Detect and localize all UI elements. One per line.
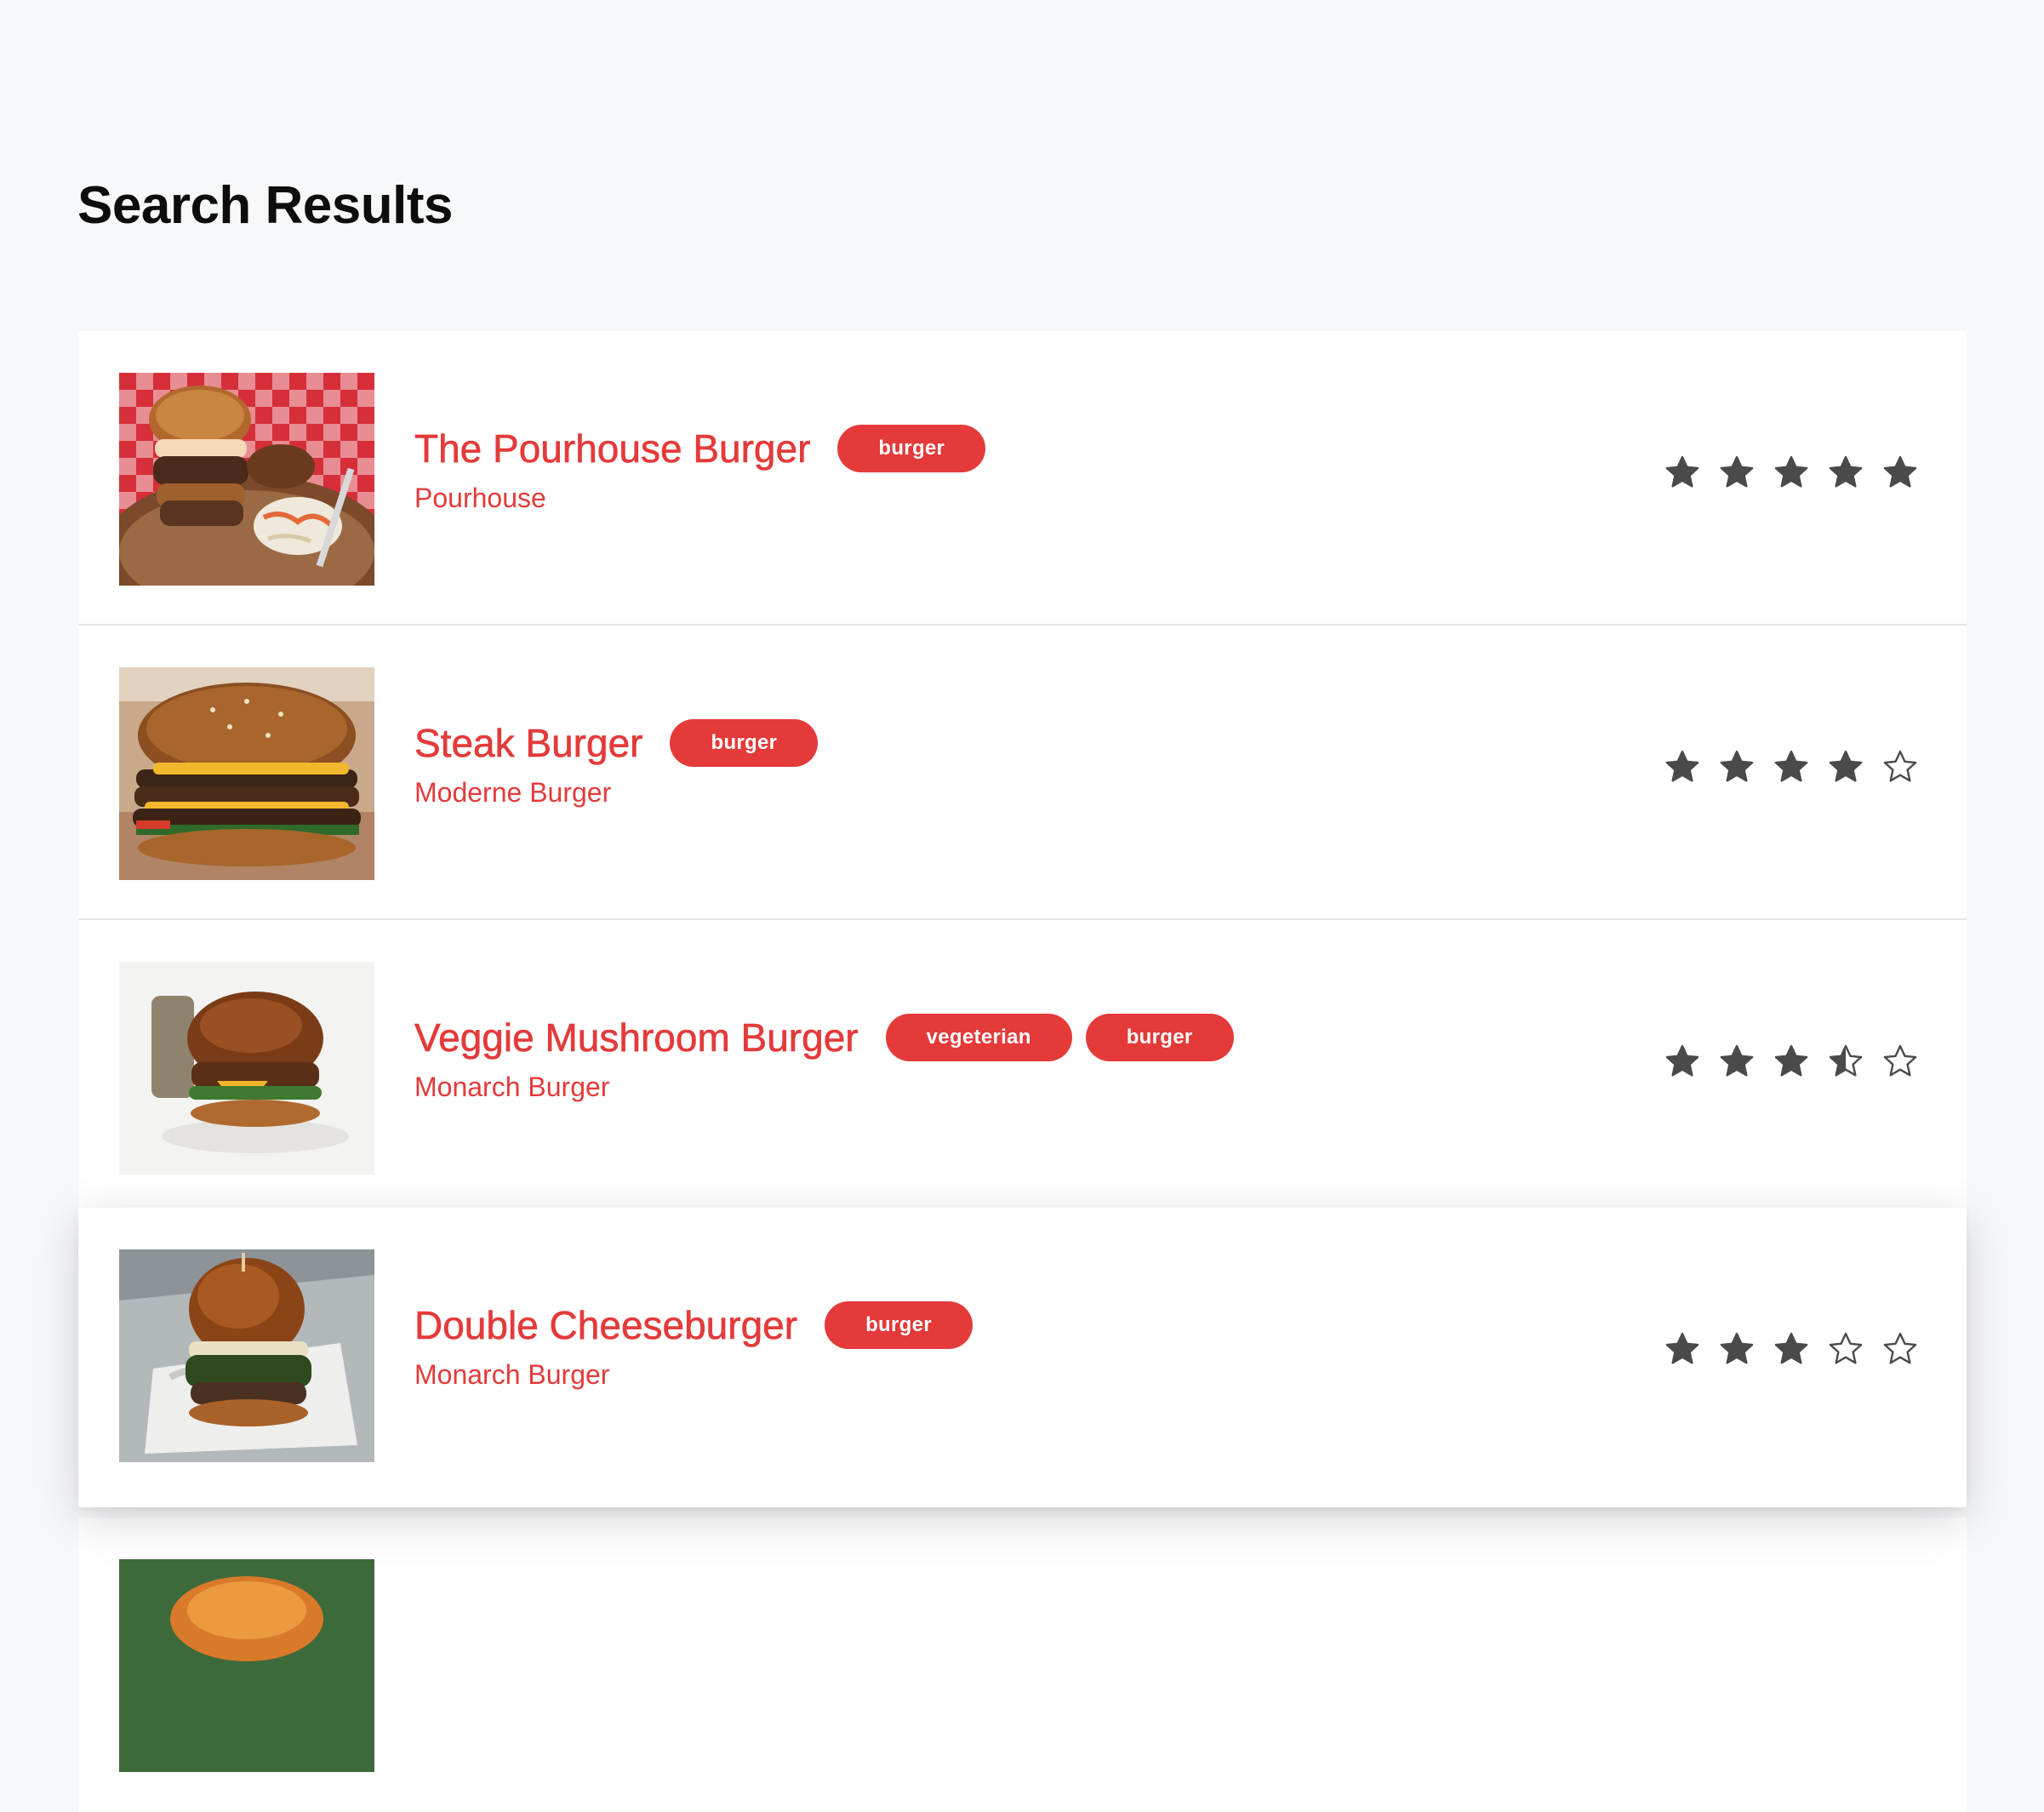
star-empty-icon	[1883, 1332, 1917, 1364]
dish-name[interactable]: Double Cheeseburger	[414, 1302, 798, 1348]
result-thumbnail[interactable]	[119, 962, 374, 1175]
result-card[interactable]: Steak Burger burger Moderne Burger	[78, 626, 1967, 920]
star-filled-icon	[1665, 750, 1699, 782]
result-info: Steak Burger burger Moderne Burger	[414, 717, 819, 809]
star-filled-icon	[1720, 1044, 1754, 1077]
star-filled-icon	[1665, 1044, 1699, 1077]
result-card[interactable]: Double Cheeseburger burger Monarch Burge…	[78, 1208, 1967, 1507]
restaurant-name[interactable]: Monarch Burger	[414, 1359, 973, 1391]
tag-badge[interactable]: burger	[670, 719, 819, 767]
dish-name[interactable]: The Pourhouse Burger	[414, 426, 811, 472]
title-row: The Pourhouse Burger burger	[414, 423, 986, 474]
star-filled-icon	[1720, 1332, 1754, 1364]
star-empty-icon	[1829, 1332, 1863, 1364]
title-row: Veggie Mushroom Burger vegeterian burger	[414, 1012, 1234, 1063]
result-info: Double Cheeseburger burger Monarch Burge…	[414, 1300, 973, 1391]
star-empty-icon	[1883, 1044, 1917, 1077]
tag-badge[interactable]: burger	[1085, 1014, 1234, 1061]
restaurant-name[interactable]: Moderne Burger	[414, 777, 818, 809]
star-rating	[1664, 1043, 1919, 1080]
star-filled-icon	[1665, 455, 1699, 488]
star-rating	[1664, 1330, 1919, 1368]
result-info: The Pourhouse Burger burger Pourhouse	[414, 423, 986, 514]
result-card[interactable]	[78, 1518, 1967, 1812]
star-empty-icon	[1883, 750, 1917, 782]
burger-photo	[119, 373, 374, 586]
star-rating	[1664, 454, 1919, 491]
dish-name[interactable]: Steak Burger	[414, 720, 643, 766]
star-filled-icon	[1829, 750, 1863, 782]
star-filled-icon	[1883, 455, 1917, 488]
burger-photo	[119, 1249, 374, 1462]
star-filled-icon	[1774, 455, 1808, 488]
restaurant-name[interactable]: Pourhouse	[414, 483, 985, 514]
result-thumbnail[interactable]	[119, 667, 374, 880]
title-row: Double Cheeseburger burger	[414, 1300, 973, 1351]
result-thumbnail[interactable]	[119, 1249, 374, 1462]
star-rating	[1664, 748, 1919, 786]
tag-badge[interactable]: burger	[825, 1301, 973, 1349]
result-thumbnail[interactable]	[119, 373, 374, 586]
star-filled-icon	[1774, 750, 1808, 782]
title-row: Steak Burger burger	[414, 717, 819, 769]
result-card[interactable]: Veggie Mushroom Burger vegeterian burger…	[78, 920, 1967, 1215]
burger-photo	[119, 962, 374, 1175]
search-results-list: The Pourhouse Burger burger Pourhouse St…	[78, 331, 1967, 1812]
tag-badge[interactable]: burger	[837, 425, 986, 472]
dish-name[interactable]: Veggie Mushroom Burger	[414, 1015, 859, 1060]
star-filled-icon	[1720, 750, 1754, 782]
tag-badge[interactable]: vegeterian	[885, 1014, 1072, 1061]
restaurant-name[interactable]: Monarch Burger	[414, 1072, 1234, 1103]
result-thumbnail[interactable]	[119, 1559, 374, 1772]
page-title: Search Results	[77, 176, 454, 235]
star-filled-icon	[1774, 1332, 1808, 1364]
burger-photo	[119, 1559, 374, 1772]
star-filled-icon	[1829, 455, 1863, 488]
result-card[interactable]: The Pourhouse Burger burger Pourhouse	[78, 331, 1967, 626]
star-filled-icon	[1720, 455, 1754, 488]
star-filled-icon	[1774, 1044, 1808, 1077]
star-filled-icon	[1665, 1332, 1699, 1364]
star-half-icon	[1829, 1044, 1863, 1077]
burger-photo	[119, 667, 374, 880]
result-info: Veggie Mushroom Burger vegeterian burger…	[414, 1012, 1234, 1103]
